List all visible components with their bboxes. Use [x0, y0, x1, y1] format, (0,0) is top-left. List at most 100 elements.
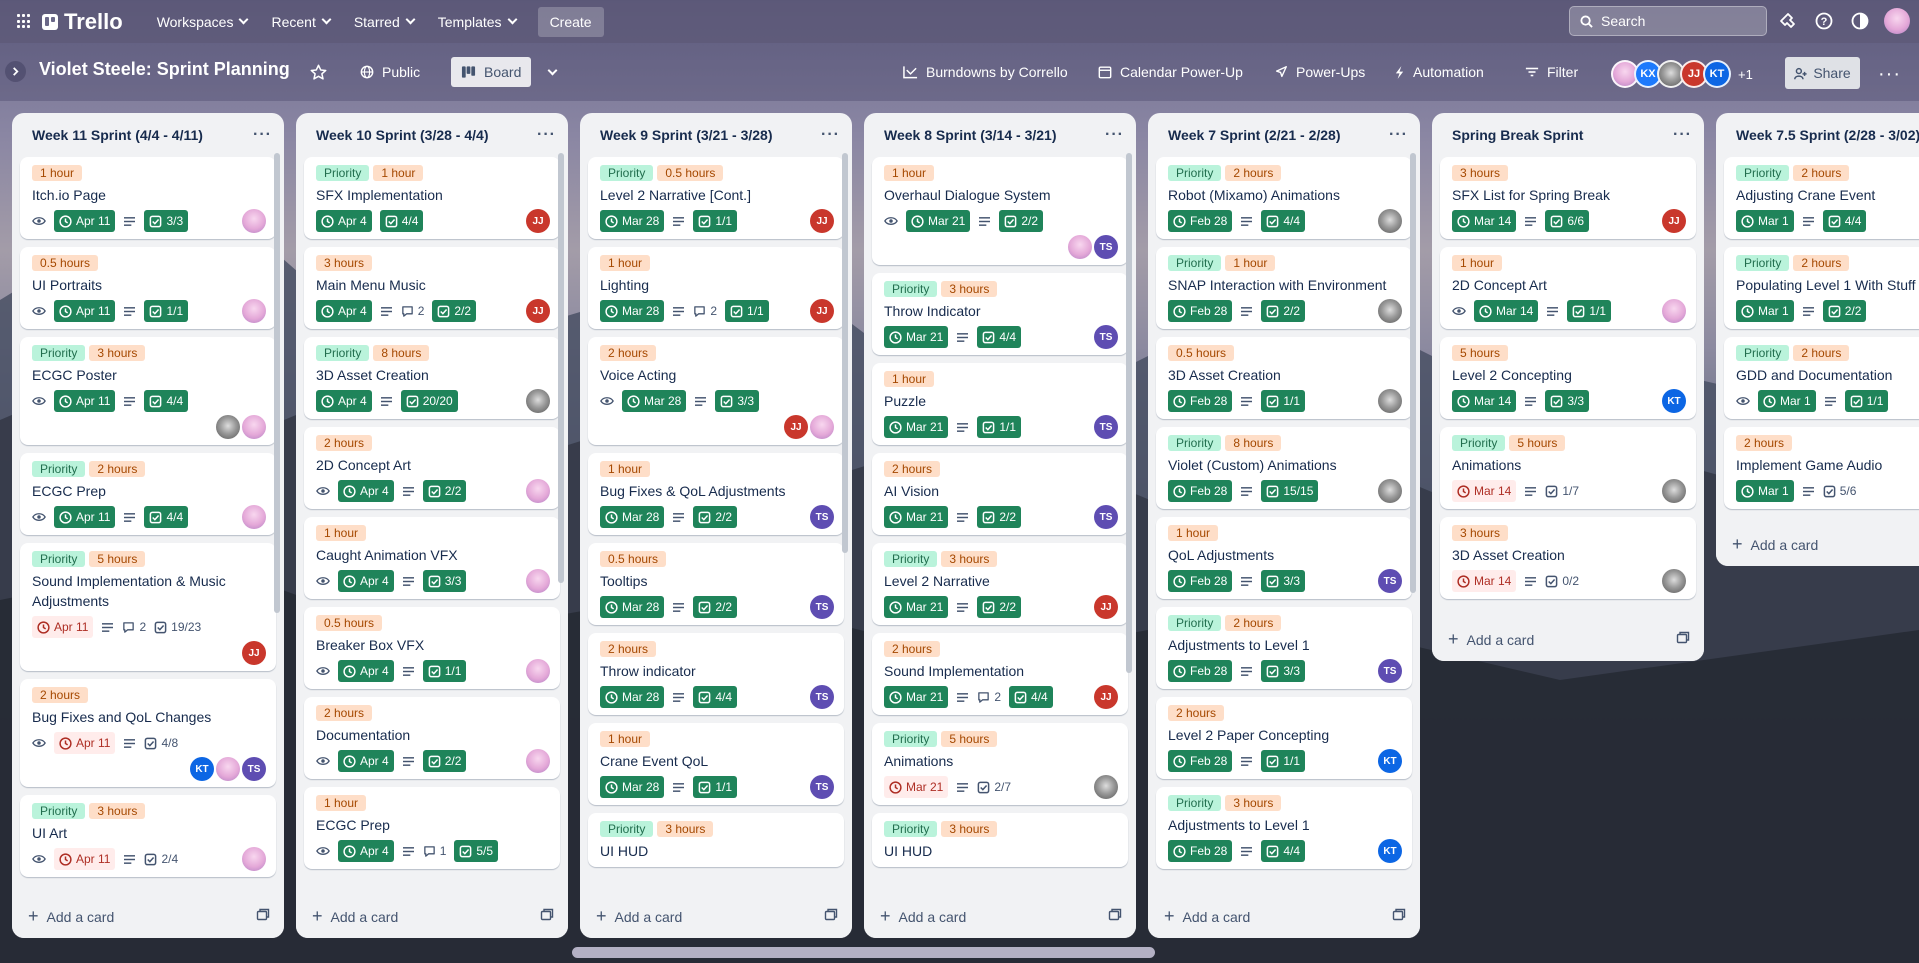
card[interactable]: 1 hour Crane Event QoL Mar 28 1/1 TS	[588, 723, 844, 805]
nav-starred[interactable]: Starred	[342, 7, 426, 37]
member-avatar[interactable]: TS	[1378, 659, 1402, 683]
hours-label[interactable]: 2 hours	[600, 641, 657, 657]
view-switcher-button[interactable]	[539, 57, 566, 87]
member-avatar[interactable]: KT	[1378, 839, 1402, 863]
member-avatar[interactable]	[1378, 389, 1402, 413]
board-menu-button[interactable]: ···	[1878, 63, 1901, 86]
card[interactable]: Priority 2 hours Adjustments to Level 1 Feb…	[1156, 607, 1412, 689]
due-date-badge[interactable]: Apr 11	[54, 390, 116, 412]
card[interactable]: Priority 8 hours 3D Asset Creation Apr 4 20/…	[304, 337, 560, 419]
card[interactable]: 2 hours AI Vision Mar 21 2/2 TS	[872, 453, 1128, 535]
member-avatar[interactable]: TS	[242, 757, 266, 781]
more-members-count[interactable]: +1	[1738, 67, 1753, 82]
priority-label[interactable]: Priority	[1168, 615, 1222, 631]
burndowns-powerup-button[interactable]: Burndowns by Corrello	[893, 57, 1078, 87]
card[interactable]: 1 hour Itch.io Page Apr 11 3/3	[20, 157, 276, 239]
member-avatar[interactable]	[242, 415, 266, 439]
due-date-badge[interactable]: Apr 11	[32, 616, 94, 638]
priority-label[interactable]: Priority	[884, 551, 938, 567]
due-date-badge[interactable]: Feb 28	[1168, 840, 1233, 862]
hours-label[interactable]: 3 hours	[1452, 165, 1509, 181]
due-date-badge[interactable]: Apr 4	[316, 300, 372, 322]
due-date-badge[interactable]: Mar 21	[884, 776, 949, 798]
hours-label[interactable]: 2 hours	[1793, 345, 1850, 361]
due-date-badge[interactable]: Mar 14	[1452, 390, 1517, 412]
list-actions-button[interactable]: ···	[821, 126, 840, 144]
hours-label[interactable]: 2 hours	[1168, 705, 1225, 721]
hours-label[interactable]: 2 hours	[1225, 165, 1282, 181]
priority-label[interactable]: Priority	[1736, 165, 1790, 181]
hours-label[interactable]: 1 hour	[1225, 255, 1276, 271]
list-title[interactable]: Week 7.5 Sprint (2/28 - 3/02)	[1736, 127, 1919, 143]
due-date-badge[interactable]: Mar 28	[622, 390, 687, 412]
list-scrollbar[interactable]	[1126, 153, 1132, 673]
add-card-button[interactable]: + Add a card	[580, 894, 852, 938]
due-date-badge[interactable]: Apr 11	[54, 732, 116, 754]
card[interactable]: Priority 3 hours Adjustments to Level 1 Feb…	[1156, 787, 1412, 869]
card[interactable]: 2 hours Voice Acting Mar 28 3/3 JJ	[588, 337, 844, 445]
card[interactable]: 2 hours Throw indicator Mar 28 4/4 TS	[588, 633, 844, 715]
due-date-badge[interactable]: Mar 14	[1452, 480, 1517, 502]
add-card-button[interactable]: + Add a card	[1432, 617, 1704, 661]
create-button[interactable]: Create	[537, 6, 604, 37]
card[interactable]: Priority 1 hour SNAP Interaction with Envi…	[1156, 247, 1412, 329]
hours-label[interactable]: 2 hours	[600, 345, 657, 361]
card[interactable]: 2 hours Sound Implementation Mar 21 2 4/4 JJ	[872, 633, 1128, 715]
member-avatar[interactable]	[216, 757, 240, 781]
member-avatar[interactable]: TS	[1094, 505, 1118, 529]
member-avatar[interactable]: KT	[1378, 749, 1402, 773]
member-avatar[interactable]	[526, 749, 550, 773]
due-date-badge[interactable]: Mar 1	[1736, 210, 1794, 232]
hours-label[interactable]: 1 hour	[316, 795, 367, 811]
hours-label[interactable]: 8 hours	[373, 345, 430, 361]
due-date-badge[interactable]: Mar 1	[1736, 480, 1794, 502]
hours-label[interactable]: 1 hour	[884, 371, 935, 387]
due-date-badge[interactable]: Apr 11	[54, 506, 116, 528]
member-avatar[interactable]: TS	[1378, 569, 1402, 593]
share-button[interactable]: Share	[1785, 57, 1860, 89]
priority-label[interactable]: Priority	[1168, 165, 1222, 181]
hours-label[interactable]: 0.5 hours	[316, 615, 383, 631]
hours-label[interactable]: 2 hours	[1225, 615, 1282, 631]
card[interactable]: 1 hour QoL Adjustments Feb 28 3/3 TS	[1156, 517, 1412, 599]
card[interactable]: Priority 5 hours Sound Implementation & Mu…	[20, 543, 276, 671]
automation-button[interactable]: Automation	[1384, 57, 1494, 87]
member-avatar[interactable]: KT	[1662, 389, 1686, 413]
card[interactable]: Priority 8 hours Violet (Custom) Animation…	[1156, 427, 1412, 509]
board-view-button[interactable]: Board	[451, 57, 532, 87]
due-date-badge[interactable]: Mar 21	[884, 506, 949, 528]
due-date-badge[interactable]: Apr 11	[54, 300, 116, 322]
hours-label[interactable]: 3 hours	[657, 821, 714, 837]
card[interactable]: 2 hours Bug Fixes and QoL Changes Apr 11 4/…	[20, 679, 276, 787]
card[interactable]: Priority 2 hours Populating Level 1 With S…	[1724, 247, 1919, 329]
member-avatar[interactable]	[1662, 299, 1686, 323]
card[interactable]: 3 hours Main Menu Music Apr 4 2 2/2 JJ	[304, 247, 560, 329]
card-template-icon[interactable]	[1676, 631, 1690, 647]
list-actions-button[interactable]: ···	[1389, 126, 1408, 144]
board-title[interactable]: Violet Steele: Sprint Planning	[39, 59, 290, 80]
due-date-badge[interactable]: Apr 4	[338, 660, 394, 682]
priority-label[interactable]: Priority	[1736, 255, 1790, 271]
visibility-button[interactable]: Public	[350, 57, 430, 87]
member-avatar[interactable]	[526, 389, 550, 413]
search-input[interactable]: Search	[1569, 6, 1767, 36]
member-avatar[interactable]: JJ	[784, 415, 808, 439]
hours-label[interactable]: 0.5 hours	[32, 255, 99, 271]
member-avatar[interactable]: TS	[810, 685, 834, 709]
due-date-badge[interactable]: Mar 14	[1452, 570, 1517, 592]
member-avatar[interactable]	[1662, 569, 1686, 593]
member-avatar[interactable]	[1662, 479, 1686, 503]
horizontal-scrollbar[interactable]	[572, 947, 1155, 958]
card[interactable]: 1 hour ECGC Prep Apr 4 1 5/5	[304, 787, 560, 869]
hours-label[interactable]: 3 hours	[89, 803, 146, 819]
nav-templates[interactable]: Templates	[426, 7, 528, 37]
nav-recent[interactable]: Recent	[259, 7, 341, 37]
card[interactable]: 0.5 hours Tooltips Mar 28 2/2 TS	[588, 543, 844, 625]
card[interactable]: Priority 1 hour SFX Implementation Apr 4 4/4…	[304, 157, 560, 239]
add-card-button[interactable]: + Add a card	[12, 894, 284, 938]
member-avatar[interactable]: JJ	[1094, 595, 1118, 619]
card[interactable]: Priority 2 hours GDD and Documentation Mar …	[1724, 337, 1919, 419]
due-date-badge[interactable]: Mar 21	[906, 210, 971, 232]
priority-label[interactable]: Priority	[1736, 345, 1790, 361]
filter-button[interactable]: Filter	[1515, 57, 1588, 87]
